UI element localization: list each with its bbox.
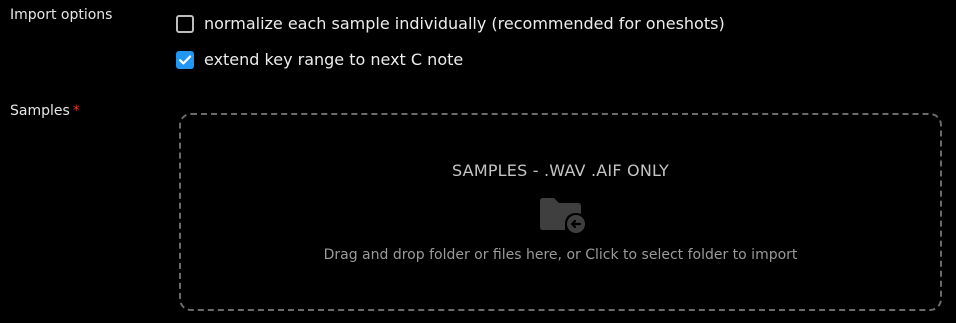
folder-import-icon [540, 198, 585, 233]
normalize-checkbox[interactable] [176, 14, 194, 33]
required-marker: * [72, 103, 80, 119]
normalize-option-label: normalize each sample individually (reco… [204, 14, 725, 33]
import-options-label: Import options [10, 7, 113, 23]
extend-key-range-label: extend key range to next C note [204, 50, 464, 69]
samples-label-text: Samples [10, 103, 70, 119]
extend-key-range-option[interactable]: extend key range to next C note [176, 50, 463, 69]
sample-import-form: Import options normalize each sample ind… [0, 0, 956, 323]
dropzone-title: SAMPLES - .WAV .AIF ONLY [452, 161, 669, 180]
dropzone-hint: Drag and drop folder or files here, or C… [323, 247, 798, 263]
extend-key-range-checkbox[interactable] [176, 50, 194, 69]
checkmark-icon [178, 55, 192, 64]
samples-label: Samples * [10, 103, 80, 119]
normalize-option[interactable]: normalize each sample individually (reco… [176, 14, 725, 33]
samples-dropzone[interactable]: SAMPLES - .WAV .AIF ONLY Drag and drop f… [179, 113, 942, 311]
